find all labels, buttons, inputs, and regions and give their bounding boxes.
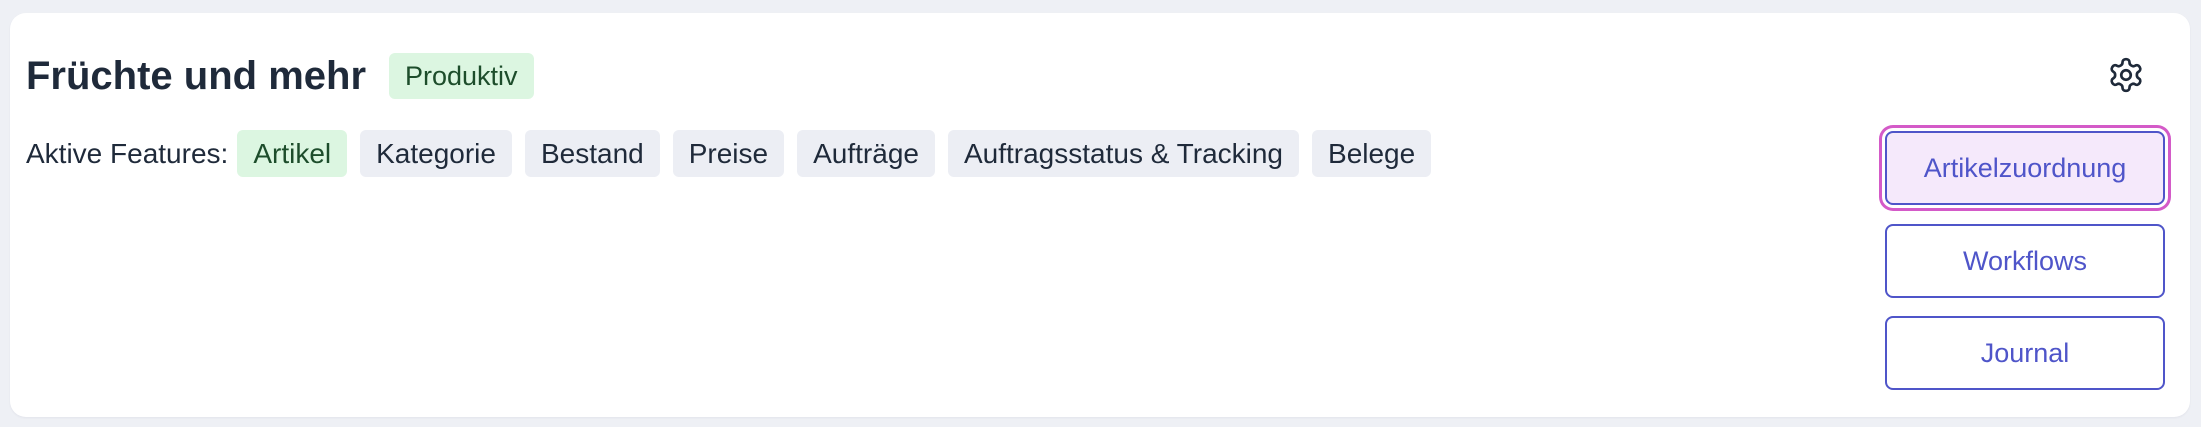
journal-button[interactable]: Journal: [1885, 316, 2165, 390]
feature-tag-auftraege: Aufträge: [797, 130, 935, 177]
gear-icon[interactable]: [2107, 56, 2145, 94]
feature-tag-belege: Belege: [1312, 130, 1432, 177]
active-features: Aktive Features: Artikel Kategorie Besta…: [26, 130, 1444, 177]
workflows-button[interactable]: Workflows: [1885, 224, 2165, 298]
feature-tag-preise: Preise: [672, 130, 785, 177]
artikelzuordnung-button[interactable]: Artikelzuordnung: [1885, 131, 2165, 205]
feature-tag-artikel: Artikel: [237, 130, 348, 177]
feature-tag-bestand: Bestand: [524, 130, 660, 177]
feature-tag-kategorie: Kategorie: [360, 130, 512, 177]
project-title: Früchte und mehr: [26, 54, 367, 98]
features-label: Aktive Features:: [26, 137, 229, 169]
status-badge: Produktiv: [389, 53, 534, 99]
feature-tag-auftragsstatus-tracking: Auftragsstatus & Tracking: [947, 130, 1300, 177]
